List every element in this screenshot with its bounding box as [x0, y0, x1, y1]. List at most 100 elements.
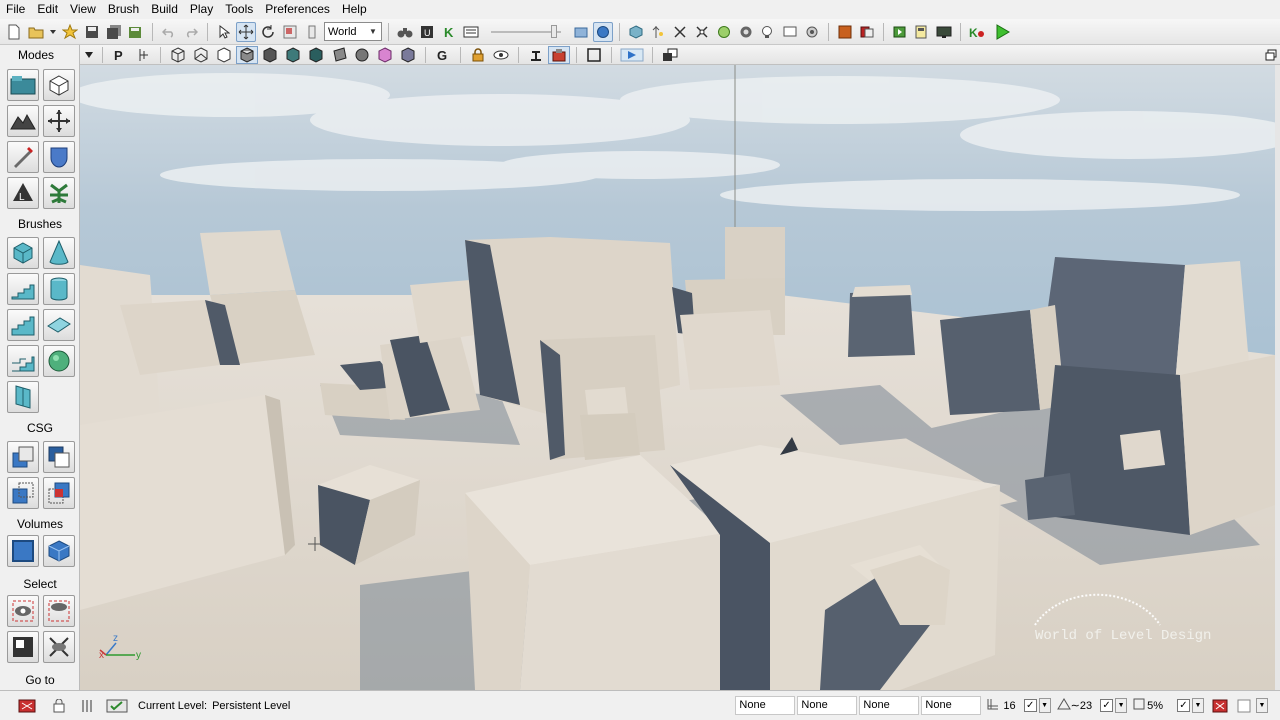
content-browser-icon[interactable]	[835, 22, 855, 42]
move-icon[interactable]	[236, 21, 256, 42]
matinee-icon[interactable]	[461, 22, 481, 42]
build-all-icon[interactable]	[714, 22, 734, 42]
static-mesh-mode-button[interactable]: L	[7, 177, 39, 209]
current-level-value[interactable]: Persistent Level	[212, 700, 290, 712]
menu-view[interactable]: View	[64, 0, 102, 18]
toggle-view-icon[interactable]	[593, 21, 613, 42]
kismet-stop-icon[interactable]: K	[967, 22, 987, 42]
find-icon[interactable]	[395, 22, 415, 42]
grid-snap-checkbox[interactable]: ✓	[1023, 699, 1037, 712]
rotation-snap-dropdown[interactable]: ▼	[1115, 698, 1128, 713]
detail-lighting-icon[interactable]	[259, 46, 281, 64]
redo-icon[interactable]	[181, 22, 201, 42]
cone-brush-button[interactable]	[43, 237, 75, 269]
scale-snap-checkbox[interactable]: ✓	[1177, 699, 1190, 712]
shader-complexity-icon[interactable]	[397, 46, 419, 64]
menu-play[interactable]: Play	[184, 0, 219, 18]
csg-deintersect-button[interactable]	[43, 477, 75, 509]
save-icon[interactable]	[82, 22, 102, 42]
grid-size-dropdown[interactable]: ▼	[1038, 698, 1051, 713]
maximize-viewport-icon[interactable]	[1262, 46, 1280, 64]
game-view-icon[interactable]: G	[432, 46, 454, 64]
foliage-mode-button[interactable]	[43, 177, 75, 209]
open-icon[interactable]	[26, 22, 46, 42]
view-eye-icon[interactable]	[490, 46, 512, 64]
rotate-icon[interactable]	[258, 22, 278, 42]
linear-stair-brush-button[interactable]	[7, 309, 39, 341]
scale-icon[interactable]	[280, 22, 300, 42]
csg-subtract-button[interactable]	[43, 441, 75, 473]
texture-alignment-mode-button[interactable]	[43, 105, 75, 137]
bulb-icon[interactable]	[758, 22, 778, 42]
lightmass-icon[interactable]	[736, 22, 756, 42]
unlit-icon[interactable]	[213, 46, 235, 64]
autosave-icon[interactable]	[1210, 696, 1230, 716]
add-special-volume-button[interactable]	[43, 535, 75, 567]
show-all-button[interactable]	[43, 631, 75, 663]
lighting-only-icon[interactable]	[282, 46, 304, 64]
invert-selection-button[interactable]	[7, 631, 39, 663]
cinematic-icon[interactable]	[857, 22, 877, 42]
select-mode-icon[interactable]	[104, 696, 130, 716]
menu-edit[interactable]: Edit	[31, 0, 64, 18]
curved-stair-brush-button[interactable]	[7, 273, 39, 305]
sphere-brush-button[interactable]	[43, 345, 75, 377]
geometry-mode-button[interactable]	[43, 69, 75, 101]
new-icon[interactable]	[4, 22, 24, 42]
slider-knob[interactable]	[551, 24, 557, 38]
generic-browser-icon[interactable]: U	[417, 22, 437, 42]
csg-intersect-button[interactable]	[7, 477, 39, 509]
viewport-options-icon[interactable]	[659, 46, 681, 64]
drag-grid-icon[interactable]	[16, 696, 38, 716]
play-pc-icon[interactable]	[912, 22, 932, 42]
perspective-viewport[interactable]: World of Level Design z y x	[80, 65, 1275, 690]
mesh-paint-mode-button[interactable]	[7, 141, 39, 173]
volumetric-brush-button[interactable]	[7, 381, 39, 413]
cube-brush-button[interactable]	[7, 237, 39, 269]
realtime-toggle-icon[interactable]	[548, 45, 570, 64]
cylinder-brush-button[interactable]	[43, 273, 75, 305]
landscape-mode-button[interactable]	[43, 141, 75, 173]
add-volume-button[interactable]	[7, 535, 39, 567]
play-monitor-icon[interactable]	[934, 22, 954, 42]
status-options-dropdown[interactable]: ▼	[1256, 698, 1268, 713]
play-console-icon[interactable]	[890, 22, 910, 42]
scale-snap-dropdown[interactable]: ▼	[1192, 698, 1204, 713]
menu-tools[interactable]: Tools	[219, 0, 259, 18]
play-in-editor-icon[interactable]	[989, 22, 1015, 42]
menu-help[interactable]: Help	[336, 0, 373, 18]
save-all-icon[interactable]	[104, 22, 124, 42]
settings-icon[interactable]	[802, 22, 822, 42]
wireframe-icon[interactable]	[190, 46, 212, 64]
light-complexity-icon[interactable]	[305, 46, 327, 64]
coordinate-system-select[interactable]: World ▼	[324, 22, 382, 41]
csg-add-button[interactable]	[7, 441, 39, 473]
lightmap-density-icon[interactable]	[351, 46, 373, 64]
hide-selected-button[interactable]	[43, 595, 75, 627]
undo-icon[interactable]	[159, 22, 179, 42]
show-selected-button[interactable]	[7, 595, 39, 627]
save-package-icon[interactable]	[126, 22, 146, 42]
texture-density-icon[interactable]	[328, 46, 350, 64]
select-icon[interactable]	[214, 22, 234, 42]
sheet-brush-button[interactable]	[43, 309, 75, 341]
non-uniform-scale-icon[interactable]	[302, 22, 322, 42]
brush-wireframe-icon[interactable]	[167, 46, 189, 64]
lock-selection-icon[interactable]	[48, 696, 70, 716]
drag-grid-toggle-icon[interactable]	[1234, 696, 1254, 716]
favorites-icon[interactable]	[60, 22, 80, 42]
viewport-menu-icon[interactable]	[82, 46, 96, 64]
build-paths-icon[interactable]	[670, 22, 690, 42]
spiral-stair-brush-button[interactable]	[7, 345, 39, 377]
kismet-icon[interactable]: K	[439, 22, 459, 42]
menu-file[interactable]: File	[0, 0, 31, 18]
menu-preferences[interactable]: Preferences	[259, 0, 336, 18]
camera-mode-button[interactable]	[7, 69, 39, 101]
toggle-actors-icon[interactable]	[76, 696, 98, 716]
build-lighting-icon[interactable]	[648, 22, 668, 42]
lighting-channel-icon[interactable]	[374, 46, 396, 64]
toggle-realtime-icon[interactable]	[571, 22, 591, 42]
screen-icon[interactable]	[780, 22, 800, 42]
menu-brush[interactable]: Brush	[102, 0, 145, 18]
open-dropdown-icon[interactable]	[48, 22, 58, 42]
